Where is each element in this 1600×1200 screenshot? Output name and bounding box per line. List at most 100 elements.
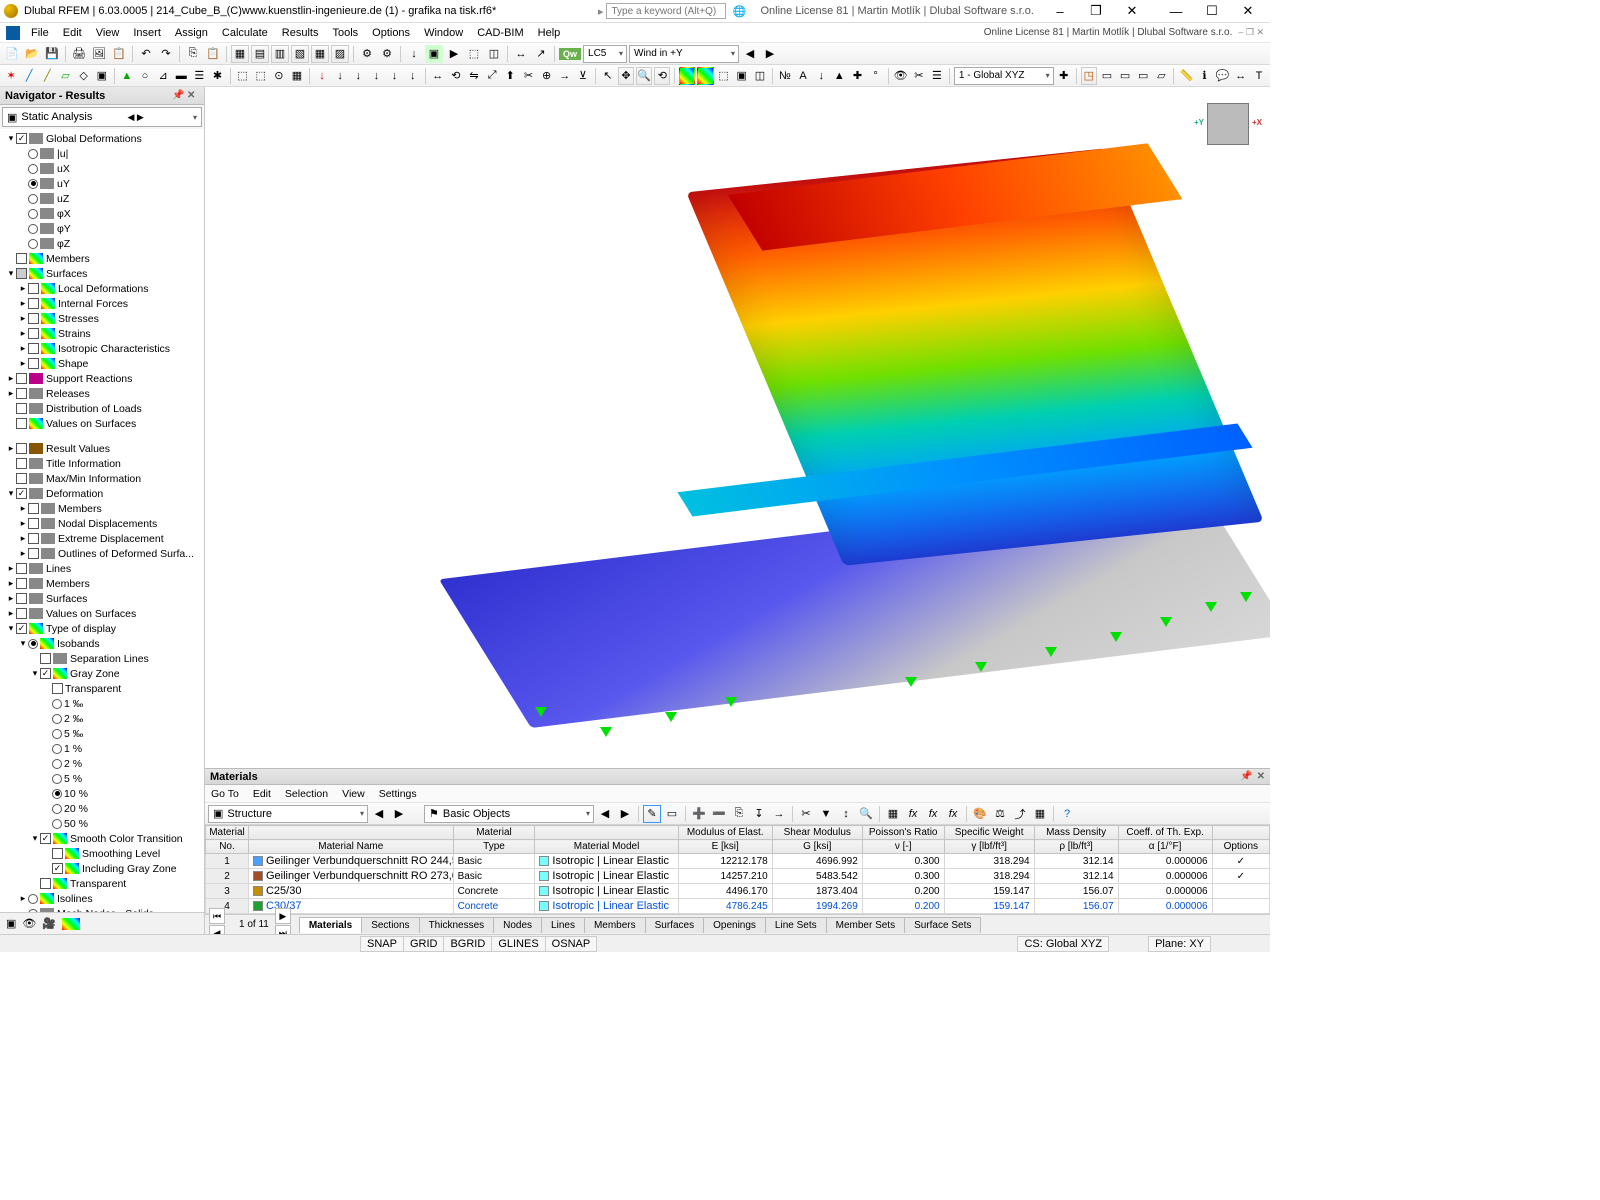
status-glines[interactable]: GLINES [491,936,545,952]
panel-close-icon[interactable]: ✕ [187,90,199,102]
calc-icon[interactable]: ⚙ [358,45,376,63]
view-iso-icon[interactable]: ◳ [1081,67,1097,85]
nav-views-icon[interactable]: ▥ [271,45,289,63]
load-nodal-icon[interactable]: ↓ [314,67,330,85]
materials-menu-go-to[interactable]: Go To [211,788,239,800]
dimension-icon[interactable]: ↔ [1233,67,1249,85]
minimize-button[interactable]: — [1158,0,1194,22]
radio[interactable] [28,639,38,649]
analysis-type-combo[interactable]: ▣ Static Analysis ◀ ▶ [2,107,202,127]
scale-icon[interactable]: ⤢ [484,67,500,85]
checkbox[interactable] [16,488,27,499]
menu-edit[interactable]: Edit [56,25,89,41]
table-row[interactable]: 1Geilinger Verbundquerschnitt RO 244,5mm… [206,854,1270,869]
tree-item[interactable]: 1 % [2,741,204,756]
tree-item[interactable]: ▸Internal Forces [2,296,204,311]
show-cs-icon[interactable]: ✚ [849,67,865,85]
radio[interactable] [28,239,38,249]
select-row-icon[interactable]: ▭ [663,805,681,823]
rotate-icon[interactable]: ⟲ [448,67,464,85]
tree-item[interactable]: ▸Isolines [2,891,204,906]
close-button[interactable]: ✕ [1230,0,1266,22]
render2-icon[interactable]: . [697,67,713,85]
radio[interactable] [28,149,38,159]
tree-item[interactable]: |u| [2,146,204,161]
checkbox[interactable] [16,623,27,634]
grid-icon[interactable]: ▦ [289,67,305,85]
radio[interactable] [52,789,62,799]
copy-icon[interactable]: ⎘ [184,45,202,63]
menu-file[interactable]: File [24,25,56,41]
show-names-icon[interactable]: A [795,67,811,85]
load-free-icon[interactable]: ↓ [405,67,421,85]
nav-data-icon[interactable]: ▦ [231,45,249,63]
load-member-icon[interactable]: ↓ [350,67,366,85]
checkbox[interactable] [16,418,27,429]
tree-item[interactable]: ▸Values on Surfaces [2,606,204,621]
del-row-icon[interactable]: ➖ [710,805,728,823]
checkbox[interactable] [28,343,39,354]
child-restore-button[interactable]: ❐ [1078,0,1114,22]
checkbox[interactable] [52,863,63,874]
checkbox[interactable] [16,563,27,574]
globe-icon[interactable]: 🌐 [732,5,746,18]
tab-materials[interactable]: Materials [299,917,362,933]
rigid-icon[interactable]: ▬ [173,67,189,85]
table-row[interactable]: 2Geilinger Verbundquerschnitt RO 273,0mm… [206,869,1270,884]
orientation-cube[interactable]: +Y +X [1200,97,1256,153]
connect-icon[interactable]: ⊕ [539,67,555,85]
show-nums-icon[interactable]: № [777,67,793,85]
nav-next2-icon[interactable]: ▶ [616,805,634,823]
tree-item[interactable]: Transparent [2,876,204,891]
checkbox[interactable] [16,133,27,144]
materials-menu-view[interactable]: View [342,788,365,800]
radio[interactable] [28,179,38,189]
divide-icon[interactable]: ✂ [520,67,536,85]
menu-calculate[interactable]: Calculate [215,25,275,41]
print-graphic-icon[interactable]: 🖼 [90,45,108,63]
materials-menu-selection[interactable]: Selection [285,788,328,800]
checkbox[interactable] [16,578,27,589]
tree-item[interactable]: ▸Outlines of Deformed Surfa... [2,546,204,561]
tree-item[interactable]: ▸Members [2,576,204,591]
color-icon[interactable]: 🎨 [971,805,989,823]
load-surface-icon[interactable]: ↓ [368,67,384,85]
hinge-icon[interactable]: ○ [137,67,153,85]
coord-system-combo[interactable]: 1 - Global XYZ [954,67,1054,85]
show-sup-icon[interactable]: ▲ [831,67,847,85]
status-grid[interactable]: GRID [403,936,445,952]
solid-render-icon[interactable]: ▣ [734,67,750,85]
pan-icon[interactable]: ✥ [618,67,634,85]
tree-item[interactable]: 2 % [2,756,204,771]
checkbox[interactable] [16,253,27,264]
excel-icon[interactable]: ▦ [1031,805,1049,823]
checkbox[interactable] [28,313,39,324]
nav-display-icon[interactable]: ▤ [251,45,269,63]
child-minimize-button[interactable]: – [1042,0,1078,22]
results-icon[interactable]: ▣ [425,45,443,63]
filter-icon[interactable]: ▼ [817,805,835,823]
goto-icon[interactable]: → [770,805,788,823]
tree-item[interactable]: 10 % [2,786,204,801]
radio[interactable] [52,759,62,769]
materials-menu-settings[interactable]: Settings [379,788,417,800]
tree-item[interactable]: ▸Extreme Displacement [2,531,204,546]
loadcase-combo[interactable]: LC5 [583,45,627,63]
child-window-controls[interactable]: – ❐ ✕ [1238,27,1264,38]
fill-icon[interactable]: ▦ [884,805,902,823]
radio[interactable] [52,714,62,724]
menu-insert[interactable]: Insert [126,25,168,41]
load-solid-icon[interactable]: ↓ [386,67,402,85]
radio[interactable] [28,194,38,204]
copy-row-icon[interactable]: ⎘ [730,805,748,823]
tree-item[interactable]: ▸Lines [2,561,204,576]
help-icon[interactable]: ? [1058,805,1076,823]
tables-icon[interactable]: ▦ [311,45,329,63]
sort-icon[interactable]: ↕ [837,805,855,823]
tree-item[interactable]: ▸Strains [2,326,204,341]
menu-tools[interactable]: Tools [325,25,365,41]
tree-item[interactable]: ▾Deformation [2,486,204,501]
tree-item[interactable]: 5 % [2,771,204,786]
save-icon[interactable]: 💾 [43,45,61,63]
tree-item[interactable]: Values on Surfaces [2,416,204,431]
